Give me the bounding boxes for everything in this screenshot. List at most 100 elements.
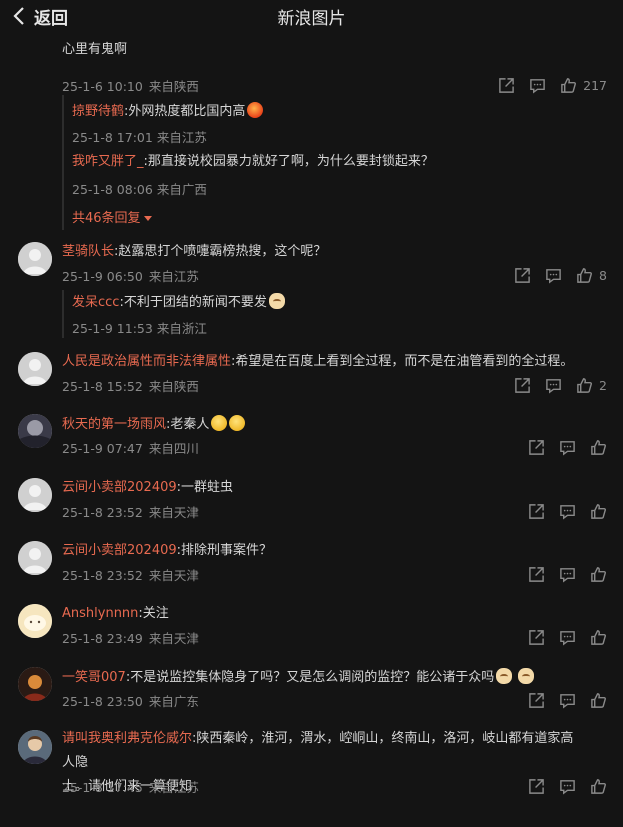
comment-icon [560, 504, 575, 520]
like-button[interactable] [590, 566, 607, 583]
portrait-avatar-icon [18, 730, 52, 764]
share-icon [529, 629, 544, 645]
comment-meta: 25-1-9 06:50 来自江苏 [62, 266, 199, 285]
share-button[interactable] [528, 566, 545, 583]
share-icon [515, 267, 530, 283]
comment-icon [560, 630, 575, 646]
share-icon [529, 692, 544, 708]
comment-2: 人民是政治属性而非法律属性:希望是在百度上看到全过程，而不是在油管看到的全过程。 [62, 353, 573, 371]
like-button[interactable] [590, 629, 607, 646]
comment-text: :希望是在百度上看到全过程，而不是在油管看到的全过程。 [231, 354, 574, 369]
avatar[interactable] [18, 478, 52, 512]
share-icon [529, 503, 544, 519]
comment-text: :排除刑事案件？ [176, 543, 273, 558]
like-button[interactable] [590, 503, 607, 520]
comment-username[interactable]: 一笑哥007 [62, 670, 126, 685]
comment-button[interactable] [559, 439, 576, 456]
like-button[interactable]: 2 [576, 377, 607, 394]
comment-date: 25-1-8 17:45 [62, 780, 143, 795]
comment-actions [514, 502, 607, 520]
reply-date: 25-1-9 11:53 [72, 321, 153, 336]
reply-date: 25-1-8 17:01 [72, 130, 153, 145]
thumbs-up-icon [591, 566, 607, 582]
character-avatar-icon [18, 667, 52, 701]
avatar[interactable] [18, 667, 52, 701]
comment-username[interactable]: Anshlynnnn [62, 606, 138, 621]
like-button[interactable] [590, 439, 607, 456]
comment-actions: 217 [484, 76, 607, 94]
moon-avatar-icon [18, 414, 52, 448]
comment-button[interactable] [559, 692, 576, 709]
cat-emoji-icon [496, 668, 513, 684]
default-avatar-icon [18, 352, 52, 386]
share-button[interactable] [528, 778, 545, 795]
avatar[interactable] [18, 242, 52, 276]
comment-button[interactable] [545, 377, 562, 394]
avatar[interactable] [18, 414, 52, 448]
thumbs-up-icon [577, 267, 593, 283]
comment-username[interactable]: 人民是政治属性而非法律属性 [62, 354, 231, 369]
avatar[interactable] [18, 541, 52, 575]
comment-button[interactable] [529, 77, 546, 94]
comment-icon [560, 779, 575, 795]
thinking-emoji-icon [229, 415, 246, 431]
default-avatar-icon [18, 242, 52, 276]
comment-username[interactable]: 秋天的第一场雨风 [62, 417, 166, 432]
comment-6: Anshlynnnn:关注 [62, 605, 169, 623]
comment-actions [514, 438, 607, 456]
comment-username[interactable]: 茎骑队长 [62, 244, 114, 259]
reply-text: :那直接说校园暴力就好了啊，为什么要封锁起来？ [143, 154, 434, 169]
comment-button[interactable] [545, 267, 562, 284]
like-button[interactable]: 217 [560, 77, 607, 94]
reply-username[interactable]: 掠野待鹤 [72, 104, 124, 119]
comment-actions [514, 691, 607, 709]
comment-username[interactable]: 云间小卖部202409 [62, 543, 177, 558]
reply-date: 25-1-8 08:06 [72, 182, 153, 197]
like-button[interactable]: 8 [576, 267, 607, 284]
like-button[interactable] [590, 778, 607, 795]
cat-emoji-icon [518, 668, 535, 684]
share-icon [529, 778, 544, 794]
comment-meta: 25-1-9 07:47 来自四川 [62, 438, 199, 457]
comment-button[interactable] [559, 778, 576, 795]
share-button[interactable] [528, 503, 545, 520]
comment-text: :老秦人 [166, 417, 210, 432]
thinking-emoji-icon [211, 415, 228, 431]
comment-button[interactable] [559, 629, 576, 646]
reply-username[interactable]: 我咋又胖了_ [72, 154, 144, 169]
thumbs-up-icon [591, 503, 607, 519]
avatar[interactable] [18, 352, 52, 386]
share-button[interactable] [528, 629, 545, 646]
comment-3: 秋天的第一场雨风:老秦人 [62, 415, 246, 434]
default-avatar-icon [18, 541, 52, 575]
comment-meta: 25-1-8 23:52 来自天津 [62, 565, 199, 584]
reply-text: :外网热度都比国内高 [124, 104, 246, 119]
comment-username[interactable]: 请叫我奥利弗克伦威尔 [62, 731, 192, 746]
comment-username[interactable]: 云间小卖部202409 [62, 480, 177, 495]
reply-username[interactable]: 发呆ccc [72, 295, 119, 310]
comment-button[interactable] [559, 566, 576, 583]
share-button[interactable] [528, 692, 545, 709]
like-button[interactable] [590, 692, 607, 709]
like-count: 8 [599, 267, 607, 283]
comment-meta: 25-1-6 10:10 来自陕西 [62, 76, 199, 95]
comment-icon [530, 78, 545, 94]
comment-date: 25-1-6 10:10 [62, 79, 143, 94]
reply-location: 来自广西 [156, 182, 207, 197]
thumbs-up-icon [591, 778, 607, 794]
reply-1: 掠野待鹤:外网热度都比国内高 [72, 102, 264, 121]
more-replies-link[interactable]: 共46条回复 [72, 207, 152, 226]
share-button[interactable] [528, 439, 545, 456]
comment-icon [546, 268, 561, 284]
share-button[interactable] [514, 377, 531, 394]
share-button[interactable] [514, 267, 531, 284]
comment-text: :不是说监控集体隐身了吗？又是怎么调阅的监控？能公诸于众吗 [125, 670, 495, 685]
avatar[interactable] [18, 604, 52, 638]
comment-button[interactable] [559, 503, 576, 520]
comment-location: 来自江苏 [148, 780, 199, 795]
avatar[interactable] [18, 730, 52, 764]
share-button[interactable] [498, 77, 515, 94]
comment-4: 云间小卖部202409:一群蛀虫 [62, 479, 233, 497]
cat-emoji-icon [268, 293, 285, 309]
comment-icon [560, 693, 575, 709]
